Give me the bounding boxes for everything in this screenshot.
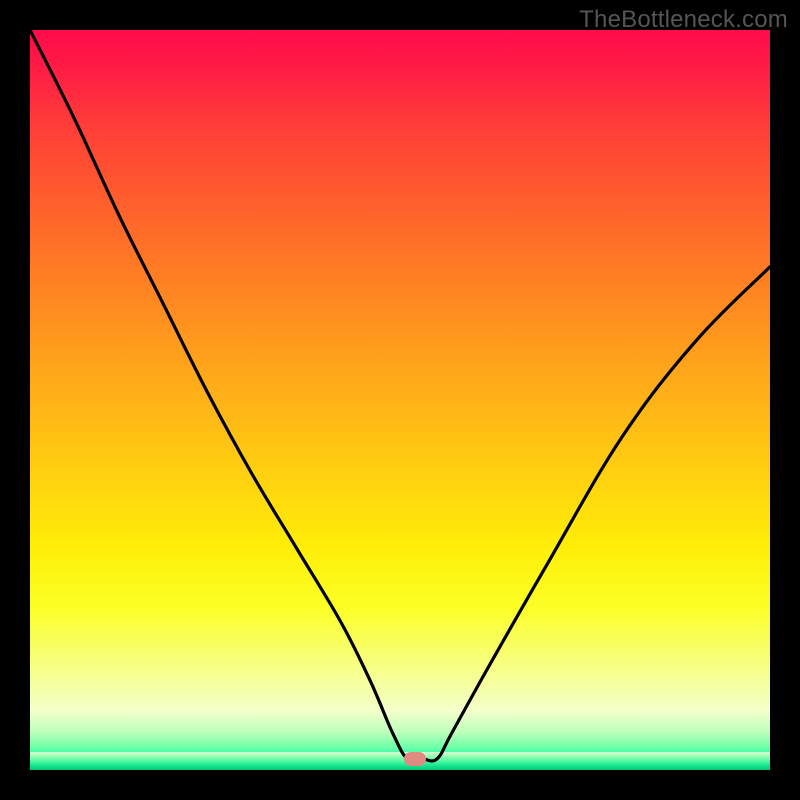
plot-area	[30, 30, 770, 770]
watermark-text: TheBottleneck.com	[579, 6, 788, 34]
bottleneck-curve	[30, 30, 770, 770]
optimum-marker	[404, 752, 426, 766]
chart-frame: TheBottleneck.com	[0, 0, 800, 800]
